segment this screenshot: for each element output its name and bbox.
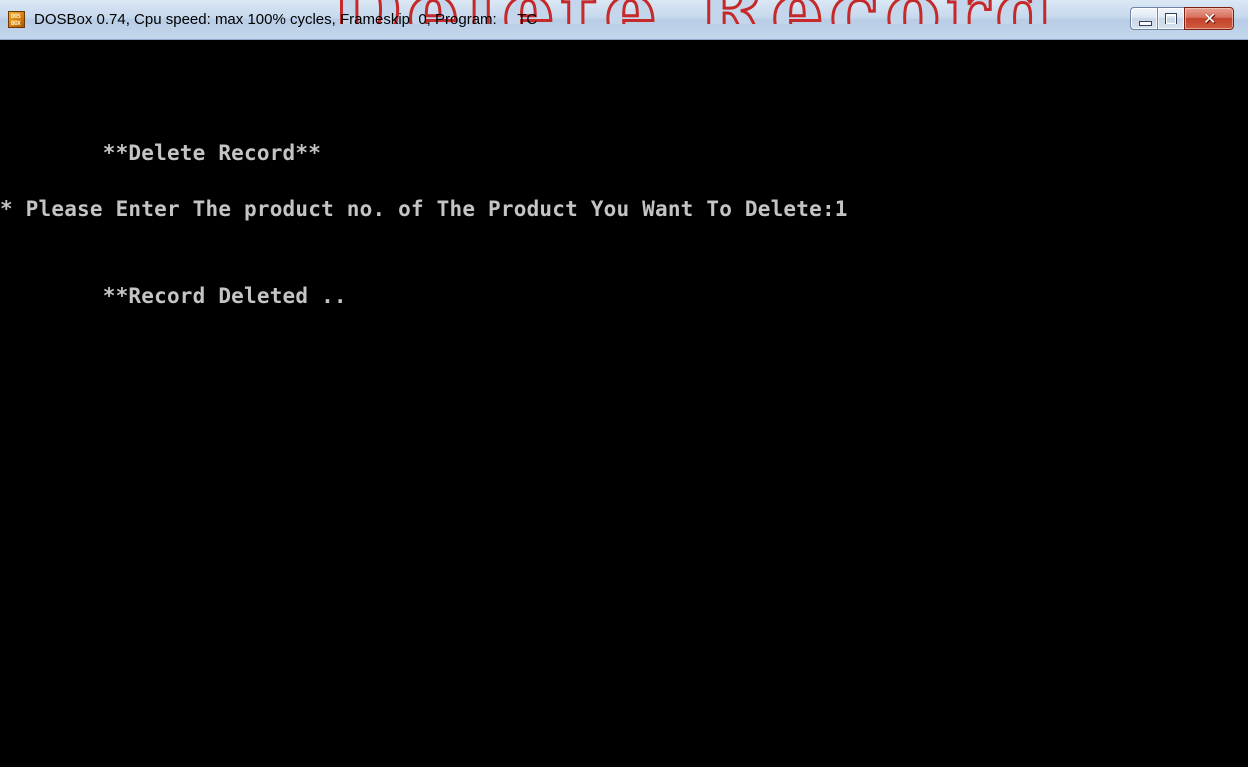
minimize-icon xyxy=(1139,21,1152,26)
minimize-button[interactable] xyxy=(1130,7,1158,30)
title-bar[interactable]: Delete Record DOS BOX DOSBox 0.74, Cpu s… xyxy=(0,0,1248,40)
dosbox-icon[interactable]: DOS BOX xyxy=(8,11,25,28)
maximize-icon xyxy=(1165,13,1177,24)
dosbox-window: Delete Record DOS BOX DOSBox 0.74, Cpu s… xyxy=(0,0,1248,767)
maximize-button[interactable] xyxy=(1157,7,1185,30)
console-status-record-deleted: **Record Deleted .. xyxy=(0,284,347,308)
window-title: DOSBox 0.74, Cpu speed: max 100% cycles,… xyxy=(34,11,538,28)
app-icon-text-bottom: BOX xyxy=(11,20,21,27)
app-icon-text-top: DOS xyxy=(11,13,21,20)
console-heading-delete-record: **Delete Record** xyxy=(0,141,322,165)
console-screen[interactable]: **Delete Record** * Please Enter The pro… xyxy=(0,40,1248,767)
close-button[interactable]: ✕ xyxy=(1184,7,1234,30)
close-icon: ✕ xyxy=(1203,9,1217,28)
console-prompt-product-no: * Please Enter The product no. of The Pr… xyxy=(0,197,848,221)
